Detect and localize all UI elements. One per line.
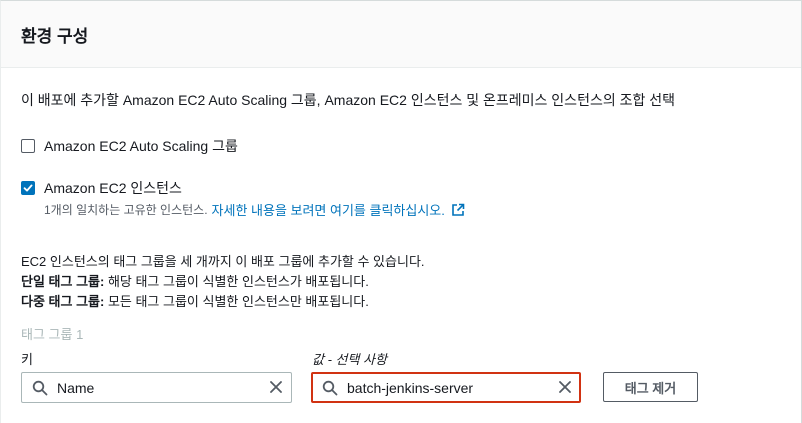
value-input[interactable]: batch-jenkins-server	[311, 372, 581, 403]
remove-tag-button[interactable]: 태그 제거	[603, 372, 698, 402]
asg-checkbox[interactable]	[21, 139, 35, 153]
details-link[interactable]: 자세한 내용을 보려면 여기를 클릭하십시오.	[212, 200, 445, 219]
value-input-value: batch-jenkins-server	[347, 380, 474, 396]
asg-option[interactable]: Amazon EC2 Auto Scaling 그룹	[21, 136, 238, 156]
ec2-match-text: 1개의 일치하는 고유한 인스턴스.	[44, 203, 208, 217]
info-line-single: 단일 태그 그룹: 해당 태그 그룹이 식별한 인스턴스가 배포됩니다.	[21, 271, 369, 290]
value-label: 값 - 선택 사항	[312, 352, 387, 367]
search-icon	[32, 380, 48, 396]
ec2-match-note: 1개의 일치하는 고유한 인스턴스. 자세한 내용을 보려면 여기를 클릭하십시…	[44, 200, 465, 219]
close-icon[interactable]	[558, 380, 572, 394]
multi-tag-text: 모든 태그 그룹이 식별한 인스턴스만 배포됩니다.	[104, 294, 369, 309]
key-label: 키	[21, 352, 33, 367]
panel-description: 이 배포에 추가할 Amazon EC2 Auto Scaling 그룹, Am…	[21, 92, 676, 108]
ec2-label: Amazon EC2 인스턴스	[44, 180, 182, 196]
info-line-1: EC2 인스턴스의 태그 그룹을 세 개까지 이 배포 그룹에 추가할 수 있습…	[21, 254, 425, 269]
search-icon	[322, 380, 338, 396]
close-icon[interactable]	[269, 380, 283, 394]
multi-tag-label: 다중 태그 그룹:	[21, 294, 105, 309]
panel-title: 환경 구성	[21, 27, 89, 46]
key-input[interactable]: Name	[21, 372, 292, 403]
tag-group-label: 태그 그룹 1	[21, 327, 84, 342]
check-icon	[23, 184, 33, 192]
panel-header: 환경 구성	[1, 1, 801, 68]
key-input-value: Name	[57, 380, 95, 396]
single-tag-text: 해당 태그 그룹이 식별한 인스턴스가 배포됩니다.	[104, 274, 369, 289]
asg-label: Amazon EC2 Auto Scaling 그룹	[44, 138, 238, 154]
external-link-icon[interactable]	[451, 203, 465, 217]
environment-config-panel: 환경 구성 이 배포에 추가할 Amazon EC2 Auto Scaling …	[0, 0, 802, 423]
ec2-checkbox[interactable]	[21, 181, 35, 195]
ec2-option[interactable]: Amazon EC2 인스턴스	[21, 178, 182, 198]
info-line-multi: 다중 태그 그룹: 모든 태그 그룹이 식별한 인스턴스만 배포됩니다.	[21, 291, 369, 310]
single-tag-label: 단일 태그 그룹:	[21, 274, 105, 289]
